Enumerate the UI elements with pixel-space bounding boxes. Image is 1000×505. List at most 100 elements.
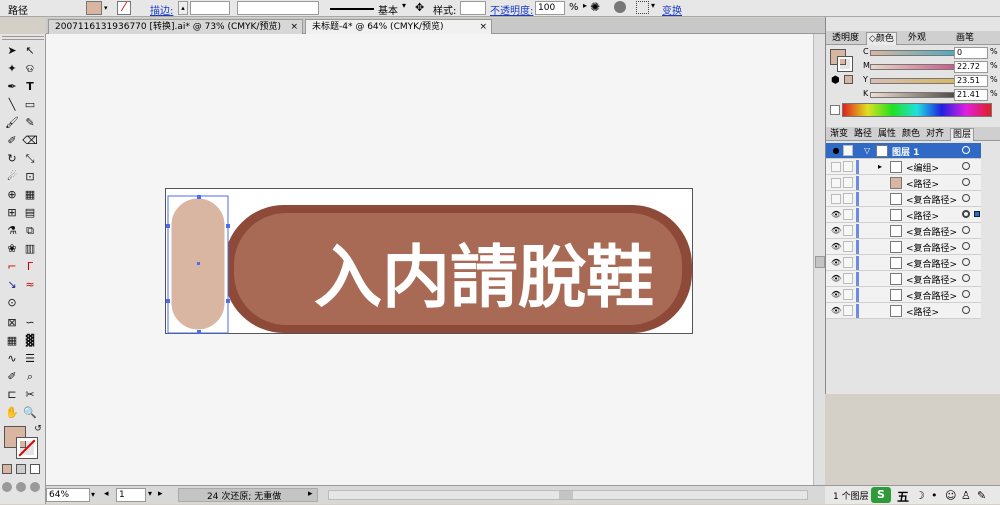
target-circle-icon[interactable] [962, 226, 970, 234]
fill-dropdown-arrow-icon[interactable]: ▾ [104, 1, 113, 15]
tab-layers[interactable]: 图层 [950, 128, 975, 141]
lock-toggle[interactable] [843, 145, 853, 156]
measure-tool-icon[interactable]: ⌕ [22, 370, 38, 384]
stroke-link[interactable]: 描边: [150, 2, 173, 17]
next-artboard-icon[interactable]: ▸ [158, 489, 163, 499]
stroke-color-box[interactable] [16, 437, 38, 459]
gradient-tool-icon[interactable]: ▤ [22, 206, 38, 220]
color-spectrum-bar[interactable] [842, 103, 992, 117]
eye-icon[interactable]: 👁 [831, 274, 841, 284]
magenta-value[interactable]: 22.72 [954, 61, 988, 73]
tab-color[interactable]: ◇颜色 [866, 32, 897, 45]
lock-toggle[interactable] [843, 161, 853, 172]
tab-attributes[interactable]: 属性 [876, 128, 898, 141]
anchor-point[interactable] [197, 195, 201, 199]
column-graph-tool-icon[interactable]: ▥ [22, 242, 38, 256]
bar-tool-icon[interactable]: ▓ [22, 334, 38, 348]
lock-toggle[interactable] [843, 273, 853, 284]
mesh-tool-icon[interactable]: ⊞ [4, 206, 20, 220]
anchor-point[interactable] [226, 299, 230, 303]
tab-document-1[interactable]: 20071161319367​70 [转换].ai* @ 73% (CMYK/预… [48, 19, 303, 34]
target-circle-icon[interactable] [962, 162, 970, 170]
scale-tool-icon[interactable]: ⤡ [22, 152, 38, 166]
layer-item-row[interactable]: <路径> [826, 175, 981, 191]
lasso-tool-icon[interactable]: ଡ [22, 62, 38, 76]
layer-item-row[interactable]: 👁 <路径> [826, 303, 981, 319]
sign-artwork[interactable]: 入内請脫鞋 [166, 189, 694, 335]
swap-fill-stroke-icon[interactable]: ↺ [30, 422, 46, 436]
tools-grip[interactable] [2, 36, 44, 40]
layer-item-name[interactable]: <路径> [906, 177, 939, 190]
opacity-field[interactable]: 100 [535, 1, 565, 15]
layer-item-name[interactable]: <编组> [906, 161, 939, 174]
artboard[interactable]: 入内請脫鞋 [165, 188, 693, 334]
tab-gradient[interactable]: 渐变 [828, 128, 850, 141]
line-tool-icon[interactable]: ╲ [4, 98, 20, 112]
type-tool-icon[interactable]: T [22, 80, 38, 94]
layer-item-name[interactable]: <复合路径> [906, 273, 957, 286]
target-circle-icon[interactable] [962, 210, 970, 218]
tab-transparency[interactable]: 透明度 [830, 32, 861, 45]
zoom-dropdown-icon[interactable]: ▾ [91, 488, 101, 502]
target-circle-icon[interactable] [962, 242, 970, 250]
tab-swatches[interactable]: 颜色 [900, 128, 922, 141]
target-circle-icon[interactable] [962, 306, 970, 314]
layer-item-name[interactable]: <复合路径> [906, 193, 957, 206]
mirror-tool-icon[interactable]: ⊠ [4, 316, 20, 330]
layer-item-name[interactable]: <路径> [906, 305, 939, 318]
vertical-scrollbar[interactable] [813, 34, 825, 485]
layer-item-name[interactable]: <复合路径> [906, 257, 957, 270]
layer-item-row[interactable]: 👁 <复合路径> [826, 223, 981, 239]
slice-tool-icon[interactable]: ᒥ [22, 260, 38, 274]
layer-item-name[interactable]: <路径> [906, 209, 939, 222]
eye-icon[interactable]: 👁 [831, 242, 841, 252]
eye-icon[interactable]: ● [831, 146, 841, 156]
variable-width-field[interactable] [237, 1, 319, 15]
target-circle-icon[interactable] [962, 258, 970, 266]
lock-toggle[interactable] [843, 305, 853, 316]
artboard-dropdown-icon[interactable]: ▾ [148, 489, 152, 498]
pen-tool-icon[interactable]: ✒ [4, 80, 20, 94]
lock-toggle[interactable] [843, 257, 853, 268]
zigzag-tool-icon[interactable]: ∿ [4, 352, 20, 366]
direct-selection-tool-icon[interactable]: ↖ [22, 44, 38, 58]
fill-swatch[interactable] [86, 1, 102, 15]
black-value[interactable]: 21.41 [954, 89, 988, 101]
layer-item-name[interactable]: <复合路径> [906, 241, 957, 254]
punctuation-icon[interactable]: • [931, 489, 938, 502]
lock-toggle[interactable] [843, 177, 853, 188]
layer-item-row[interactable]: 👁 <复合路径> [826, 239, 981, 255]
opacity-link[interactable]: 不透明度: [490, 2, 533, 17]
globe-icon[interactable] [614, 1, 626, 13]
target-circle-icon[interactable] [962, 146, 970, 154]
tab-document-2[interactable]: 未标题-4* @ 64% (CMYK/预览) × [305, 19, 492, 34]
ime-mode[interactable]: 五 [897, 488, 909, 505]
target-circle-icon[interactable] [962, 194, 970, 202]
layer-item-row[interactable]: 👁 <复合路径> [826, 271, 981, 287]
hand-tool-icon[interactable]: ⊙ [4, 296, 20, 310]
tab-align[interactable]: 对齐 [924, 128, 946, 141]
none-swatch[interactable] [830, 105, 840, 115]
graphic-style-swatch[interactable] [460, 1, 486, 15]
shape-builder-tool-icon[interactable]: ⊕ [4, 188, 20, 202]
blend-tool-icon[interactable]: ⧉ [22, 224, 38, 238]
eye-icon[interactable] [831, 162, 841, 172]
user-icon[interactable]: ♙ [961, 489, 971, 502]
lock-toggle[interactable] [843, 209, 853, 220]
target-circle-icon[interactable] [962, 274, 970, 282]
align-dropdown-icon[interactable]: ▾ [651, 1, 655, 10]
moon-icon[interactable]: ☽ [915, 489, 925, 502]
list-tool-icon[interactable]: ☰ [22, 352, 38, 366]
lock-toggle[interactable] [843, 289, 853, 300]
selection-tool-icon[interactable]: ➤ [4, 44, 20, 58]
artboard-tool-icon[interactable]: ⌐ [4, 260, 20, 274]
anchor-point[interactable] [166, 224, 170, 228]
layer-item-row[interactable]: <复合路径> [826, 191, 981, 207]
layer-row-main[interactable]: ● ▽ 图层 1 [826, 143, 981, 159]
graph-tool-icon[interactable]: ▦ [4, 334, 20, 348]
perspective-grid-tool-icon[interactable]: ▦ [22, 188, 38, 202]
zoom-field[interactable]: 64% [46, 488, 90, 502]
wave-tool-icon[interactable]: ∽ [22, 316, 38, 330]
close-icon[interactable]: × [479, 20, 487, 34]
align-to-icon[interactable] [636, 1, 649, 14]
